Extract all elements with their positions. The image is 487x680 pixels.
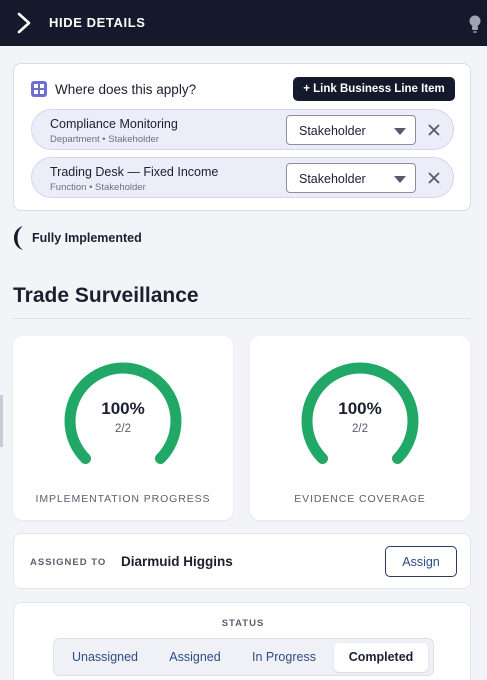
role-select[interactable]: Stakeholder	[286, 115, 416, 145]
role-select[interactable]: Stakeholder	[286, 163, 416, 193]
status-option-in-progress[interactable]: In Progress	[240, 643, 328, 672]
remove-icon[interactable]	[427, 123, 441, 137]
remove-icon[interactable]	[427, 171, 441, 185]
business-line-item: Trading Desk — Fixed Income Function • S…	[31, 157, 454, 198]
hide-details-toggle[interactable]: HIDE DETAILS	[49, 15, 146, 30]
details-header: HIDE DETAILS	[0, 0, 487, 46]
business-line-meta: Department • Stakeholder	[50, 134, 159, 145]
assigned-to-label: ASSIGNED TO	[30, 557, 107, 568]
caret-down-icon	[394, 128, 406, 135]
gauge-fraction: 2/2	[115, 423, 131, 435]
business-line-name: Trading Desk — Fixed Income	[50, 165, 219, 179]
status-header: STATUS	[221, 618, 265, 629]
applicability-card: Where does this apply? + Link Business L…	[13, 63, 471, 211]
evidence-coverage-card: 100% 2/2 EVIDENCE COVERAGE	[250, 336, 470, 520]
business-line-meta: Function • Stakeholder	[50, 182, 146, 193]
gauge-percent: 100%	[101, 399, 145, 418]
status-crescent-icon	[14, 226, 23, 250]
panel-resize-handle[interactable]	[0, 395, 3, 447]
link-business-line-button[interactable]: + Link Business Line Item	[293, 77, 455, 101]
assignee-name: Diarmuid Higgins	[121, 554, 233, 569]
lightbulb-icon[interactable]	[465, 13, 487, 35]
business-line-name: Compliance Monitoring	[50, 117, 178, 131]
applicability-question: Where does this apply?	[55, 82, 197, 97]
gauge-caption: EVIDENCE COVERAGE	[294, 493, 426, 505]
status-option-unassigned[interactable]: Unassigned	[60, 643, 150, 672]
implementation-progress-card: 100% 2/2 IMPLEMENTATION PROGRESS	[13, 336, 233, 520]
business-line-icon	[31, 81, 47, 97]
caret-down-icon	[394, 176, 406, 183]
business-line-item: Compliance Monitoring Department • Stake…	[31, 109, 454, 150]
role-select-value: Stakeholder	[299, 124, 366, 138]
assign-button[interactable]: Assign	[385, 546, 457, 577]
status-segmented-control: Unassigned Assigned In Progress Complete…	[53, 638, 434, 676]
section-title: Trade Surveillance	[13, 284, 199, 307]
implementation-status-label: Fully Implemented	[32, 231, 142, 245]
divider	[13, 318, 471, 319]
gauge-fraction: 2/2	[352, 423, 368, 435]
chevron-right-icon[interactable]	[14, 11, 34, 35]
status-option-completed[interactable]: Completed	[334, 643, 428, 672]
gauge-percent: 100%	[338, 399, 382, 418]
role-select-value: Stakeholder	[299, 172, 366, 186]
status-card: STATUS Unassigned Assigned In Progress C…	[13, 602, 471, 680]
status-option-assigned[interactable]: Assigned	[154, 643, 236, 672]
gauge-caption: IMPLEMENTATION PROGRESS	[35, 493, 211, 505]
assignment-card: ASSIGNED TO Diarmuid Higgins Assign	[13, 533, 471, 589]
